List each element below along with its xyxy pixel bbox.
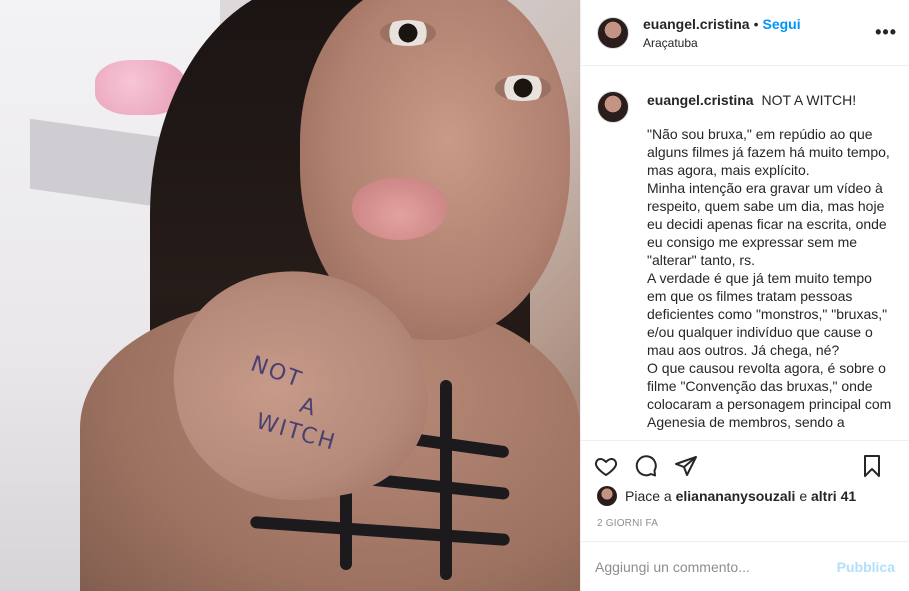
- publish-button[interactable]: Pubblica: [837, 559, 895, 575]
- post-location[interactable]: Araçatuba: [643, 36, 801, 50]
- post-photo[interactable]: NOT A WITCH: [0, 0, 580, 591]
- caption-title: NOT A WITCH!: [761, 92, 857, 108]
- likes-summary: Piace a elianananysouzali e altri 41: [597, 486, 856, 506]
- caption-paragraph: Minha intenção era gravar um vídeo à res…: [647, 180, 887, 268]
- caption-text: "Não sou bruxa," em repúdio ao que algun…: [647, 125, 893, 431]
- caption-area: euangel.cristina NOT A WITCH! "Não sou b…: [581, 67, 909, 440]
- post-header: euangel.cristina • Segui Araçatuba •••: [581, 0, 909, 66]
- comment-icon[interactable]: [633, 453, 659, 479]
- more-options-icon[interactable]: •••: [875, 22, 897, 43]
- comment-input[interactable]: [595, 558, 837, 575]
- caption-paragraph: "Não sou bruxa," em repúdio ao que algun…: [647, 126, 890, 178]
- author-avatar[interactable]: [597, 16, 629, 49]
- liker-username[interactable]: elianananysouzali: [676, 488, 796, 504]
- caption-paragraph: A verdade é que já tem muito tempo em qu…: [647, 270, 888, 358]
- photo-eye-right: [495, 75, 551, 101]
- caption-username[interactable]: euangel.cristina: [647, 92, 754, 108]
- follow-button[interactable]: Segui: [763, 16, 801, 32]
- send-icon[interactable]: [673, 453, 699, 479]
- liker-avatar[interactable]: [597, 486, 617, 506]
- caption-paragraph: O que causou revolta agora, é sobre o fi…: [647, 360, 892, 430]
- photo-lips: [352, 178, 447, 240]
- bookmark-icon[interactable]: [859, 453, 885, 479]
- likes-others[interactable]: altri 41: [811, 488, 856, 504]
- comment-bar: Pubblica: [581, 541, 909, 591]
- heart-icon[interactable]: [593, 453, 619, 479]
- likes-connector: e: [799, 488, 808, 504]
- separator-dot: •: [753, 15, 759, 32]
- likes-prefix: Piace a: [625, 488, 672, 504]
- author-username[interactable]: euangel.cristina: [643, 16, 750, 32]
- post-actions: [581, 440, 909, 490]
- post-timestamp[interactable]: 2 GIORNI FA: [597, 518, 658, 529]
- photo-eye-left: [380, 20, 436, 46]
- post-side-panel: euangel.cristina • Segui Araçatuba ••• e…: [580, 0, 909, 591]
- caption-avatar[interactable]: [597, 91, 629, 123]
